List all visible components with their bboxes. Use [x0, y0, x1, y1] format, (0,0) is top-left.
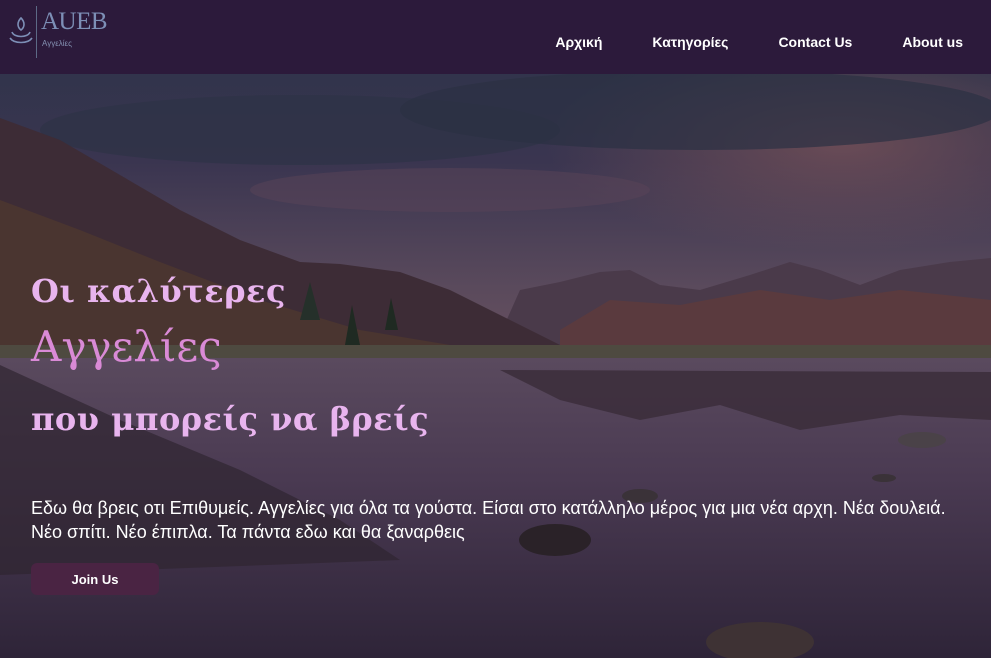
site-header: AUEB Αγγελίες Αρχική Κατηγορίες Contact … — [0, 0, 991, 74]
main-nav: Αρχική Κατηγορίες Contact Us About us — [555, 34, 991, 50]
nav-item-categories[interactable]: Κατηγορίες — [652, 34, 728, 50]
join-us-button[interactable]: Join Us — [31, 563, 159, 595]
brand-logo[interactable]: AUEB Αγγελίες — [8, 6, 118, 60]
nav-item-contact[interactable]: Contact Us — [778, 34, 852, 50]
brand-subtitle: Αγγελίες — [42, 39, 72, 48]
lotus-logo-icon — [9, 16, 33, 44]
hero-heading-line-1: Οι καλύτερες — [31, 272, 286, 310]
nav-item-home[interactable]: Αρχική — [555, 34, 602, 50]
logo-divider — [36, 6, 37, 58]
hero-heading-line-2: Αγγελίες — [31, 322, 222, 371]
hero-heading-line-3: που μπορείς να βρείς — [31, 400, 430, 438]
brand-name: AUEB — [41, 8, 108, 35]
hero-description: Εδω θα βρεις οτι Επιθυμείς. Αγγελίες για… — [31, 498, 946, 542]
nav-item-about[interactable]: About us — [902, 34, 963, 50]
